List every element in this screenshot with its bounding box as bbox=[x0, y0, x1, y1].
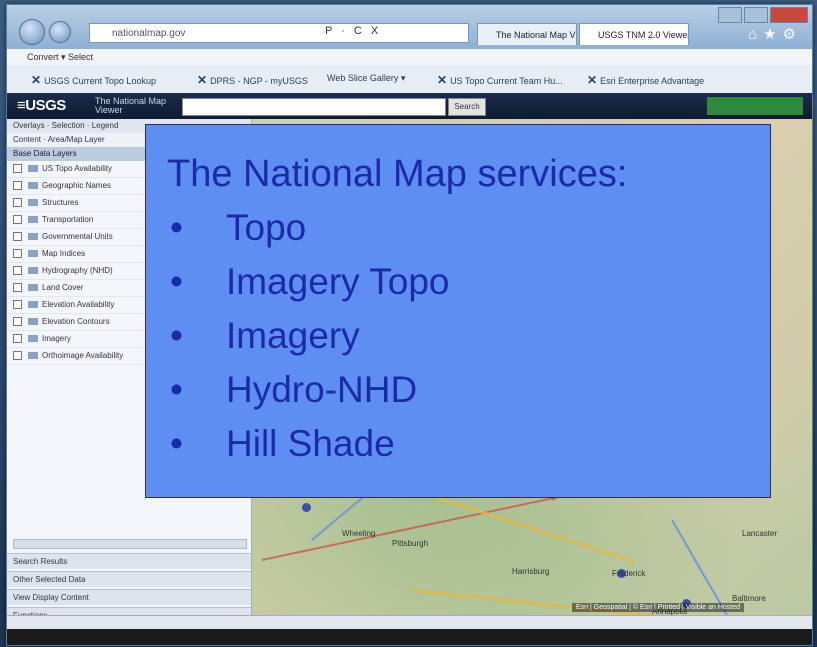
highway-shield-icon bbox=[302, 503, 311, 512]
accordion-search-results[interactable]: Search Results bbox=[7, 553, 251, 569]
usgs-x-icon: ✕ bbox=[197, 73, 208, 87]
checkbox-icon[interactable] bbox=[13, 164, 22, 174]
services-callout: The National Map services: • Topo • Imager… bbox=[145, 124, 771, 498]
map-city-label: Harrisburg bbox=[512, 567, 550, 576]
address-tools-icon[interactable]: P · C X bbox=[325, 25, 381, 37]
forward-icon[interactable] bbox=[49, 21, 71, 43]
layer-icon bbox=[28, 284, 38, 292]
checkbox-icon[interactable] bbox=[13, 249, 22, 259]
tab-tnm-viewer[interactable]: USGS TNM 2.0 Viewer bbox=[579, 23, 689, 45]
checkbox-icon[interactable] bbox=[13, 300, 22, 310]
address-bar[interactable]: nationalmap.gov bbox=[89, 23, 469, 43]
bullet-icon: • bbox=[170, 423, 183, 464]
accordion-view-display[interactable]: View Display Content bbox=[7, 589, 251, 605]
bullet-icon: • bbox=[170, 207, 183, 248]
service-item-hill-shade: • Hill Shade bbox=[170, 423, 395, 464]
browser-titlebar: nationalmap.gov P · C X The National Map… bbox=[7, 5, 812, 49]
map-road bbox=[261, 490, 585, 561]
usgs-logo: ≡USGS bbox=[17, 97, 66, 114]
checkbox-icon[interactable] bbox=[13, 181, 22, 191]
layer-icon bbox=[28, 199, 38, 207]
close-icon[interactable] bbox=[770, 7, 808, 23]
checkbox-icon[interactable] bbox=[13, 215, 22, 225]
maximize-icon[interactable] bbox=[744, 7, 768, 23]
search-button[interactable]: Search bbox=[448, 98, 486, 116]
favorite-item[interactable]: ✕ Esri Enterprise Advantage bbox=[587, 73, 704, 87]
bullet-icon: • bbox=[170, 369, 183, 410]
layer-icon bbox=[28, 267, 38, 275]
back-icon[interactable] bbox=[19, 19, 45, 45]
map-city-label: Pittsburgh bbox=[392, 539, 429, 548]
layer-icon bbox=[28, 335, 38, 343]
layer-icon bbox=[28, 182, 38, 190]
bullet-icon: • bbox=[170, 315, 183, 356]
favorite-item[interactable]: ✕ DPRS - NGP - myUSGS bbox=[197, 73, 308, 87]
layer-icon bbox=[28, 165, 38, 173]
favorite-item[interactable]: Web Slice Gallery ▾ bbox=[327, 73, 405, 84]
checkbox-icon[interactable] bbox=[13, 351, 22, 361]
service-item-imagery-topo: • Imagery Topo bbox=[170, 261, 450, 302]
status-bar bbox=[7, 629, 812, 645]
bullet-icon: • bbox=[170, 261, 183, 302]
layer-icon bbox=[28, 318, 38, 326]
usgs-x-icon: ✕ bbox=[31, 73, 42, 87]
search-input[interactable] bbox=[182, 98, 446, 116]
accordion-other-data[interactable]: Other Selected Data bbox=[7, 571, 251, 587]
header-badge[interactable] bbox=[707, 97, 803, 115]
usgs-x-icon: ✕ bbox=[587, 73, 598, 87]
home-star-gear-icons[interactable]: ⌂★⚙ bbox=[748, 25, 802, 43]
checkbox-icon[interactable] bbox=[13, 334, 22, 344]
map-city-label: Baltimore bbox=[732, 594, 766, 603]
map-city-label: Wheeling bbox=[342, 529, 376, 538]
window-controls bbox=[718, 7, 808, 23]
map-city-label: Frederick bbox=[612, 569, 646, 578]
layer-icon bbox=[28, 216, 38, 224]
checkbox-icon[interactable] bbox=[13, 198, 22, 208]
services-list: • Topo • Imagery Topo • Imagery • Hydro-NHD … bbox=[170, 207, 450, 477]
panel-scrollbar[interactable] bbox=[13, 539, 247, 549]
service-item-hydro-nhd: • Hydro-NHD bbox=[170, 369, 418, 410]
checkbox-icon[interactable] bbox=[13, 317, 22, 327]
favorite-item[interactable]: ✕ USGS Current Topo Lookup bbox=[31, 73, 156, 87]
checkbox-icon[interactable] bbox=[13, 283, 22, 293]
service-item-imagery: • Imagery bbox=[170, 315, 360, 356]
favorites-bar: ✕ USGS Current Topo Lookup ✕ DPRS - NGP - … bbox=[7, 65, 812, 94]
horizontal-scrollbar[interactable] bbox=[7, 615, 812, 630]
minimize-icon[interactable] bbox=[718, 7, 742, 23]
layer-icon bbox=[28, 233, 38, 241]
viewer-subtitle: The National Map Viewer bbox=[95, 96, 167, 115]
checkbox-icon[interactable] bbox=[13, 232, 22, 242]
callout-title: The National Map services: bbox=[167, 153, 628, 195]
layer-icon bbox=[28, 250, 38, 258]
map-credit: Esri | Geospatial | © Esri | Printed | V… bbox=[572, 603, 745, 612]
command-bar[interactable]: Convert ▾ Select bbox=[7, 49, 812, 65]
map-city-label: Lancaster bbox=[742, 529, 778, 538]
tab-national-map[interactable]: The National Map Vie... bbox=[477, 23, 577, 45]
layer-icon bbox=[28, 352, 38, 360]
checkbox-icon[interactable] bbox=[13, 266, 22, 276]
viewer-header: ≡USGS The National Map Viewer Search bbox=[7, 93, 812, 119]
usgs-x-icon: ✕ bbox=[437, 73, 448, 87]
address-text: nationalmap.gov bbox=[112, 28, 186, 39]
layer-icon bbox=[28, 301, 38, 309]
service-item-topo: • Topo bbox=[170, 207, 307, 248]
favorite-item[interactable]: ✕ US Topo Current Team Hu... bbox=[437, 73, 563, 87]
